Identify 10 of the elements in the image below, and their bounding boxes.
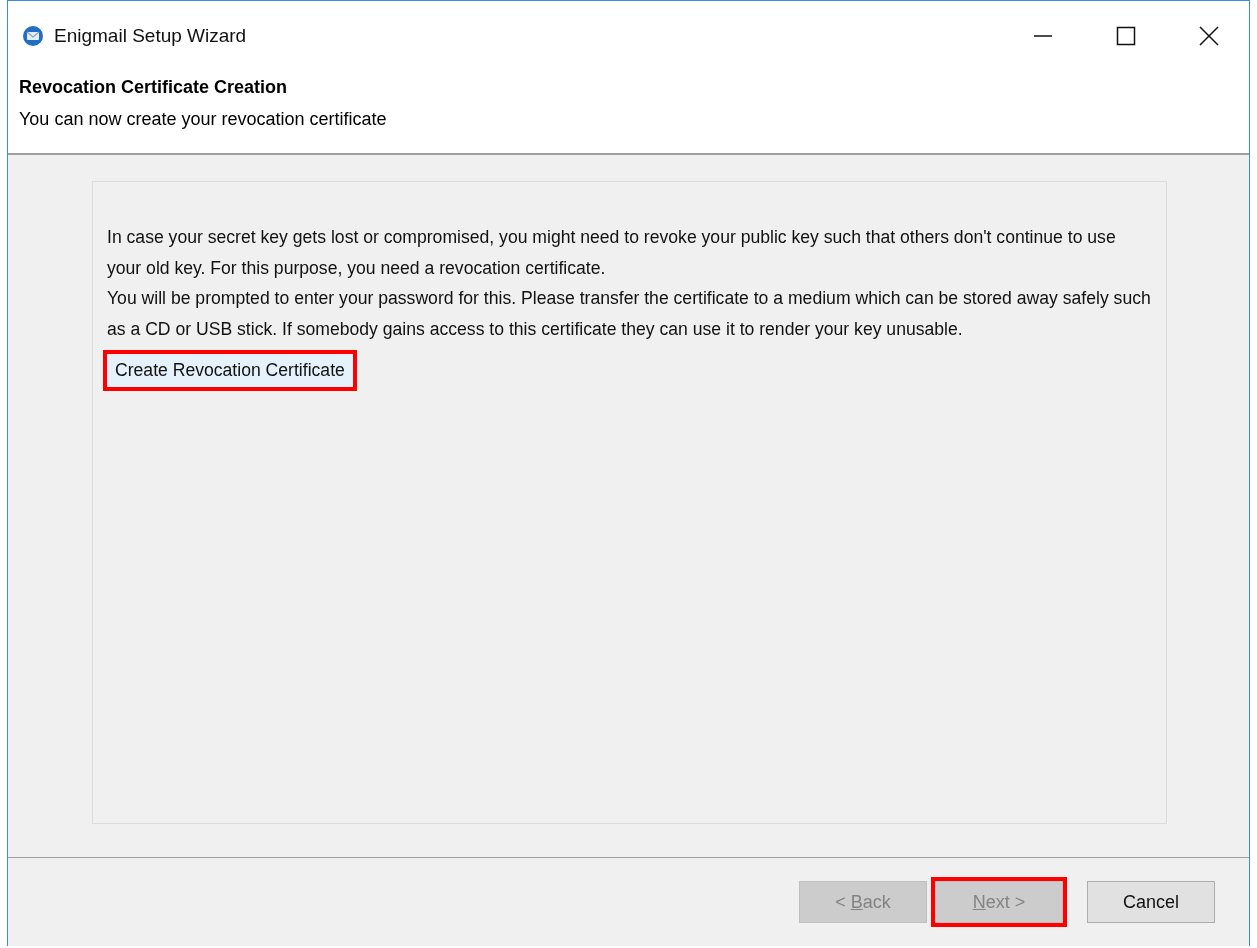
app-logo-icon bbox=[22, 25, 44, 47]
window-title: Enigmail Setup Wizard bbox=[54, 25, 247, 47]
description-text: In case your secret key gets lost or compromised, you might need to revoke your public key such that others don't continue to use your old key. For this purpose, you need a revocation certificate. bbox=[107, 226, 1117, 280]
close-icon[interactable] bbox=[1199, 26, 1219, 46]
description-text: You will be prompted to enter your password for this. Please transfer the certificate to a medium which can be stored away safely such as a CD or USB stick. If somebody gains access to this certificate they can use it to render your key unusable. bbox=[107, 287, 1152, 341]
page-title: Revocation Certificate Creation bbox=[19, 77, 289, 98]
create-certificate-button[interactable]: Create Revocation Certificate bbox=[107, 354, 353, 387]
maximize-icon[interactable] bbox=[1116, 26, 1136, 46]
wizard-button[interactable]: Cancel bbox=[1087, 881, 1215, 923]
page-subtitle: You can now create your revocation certificate bbox=[19, 109, 388, 130]
